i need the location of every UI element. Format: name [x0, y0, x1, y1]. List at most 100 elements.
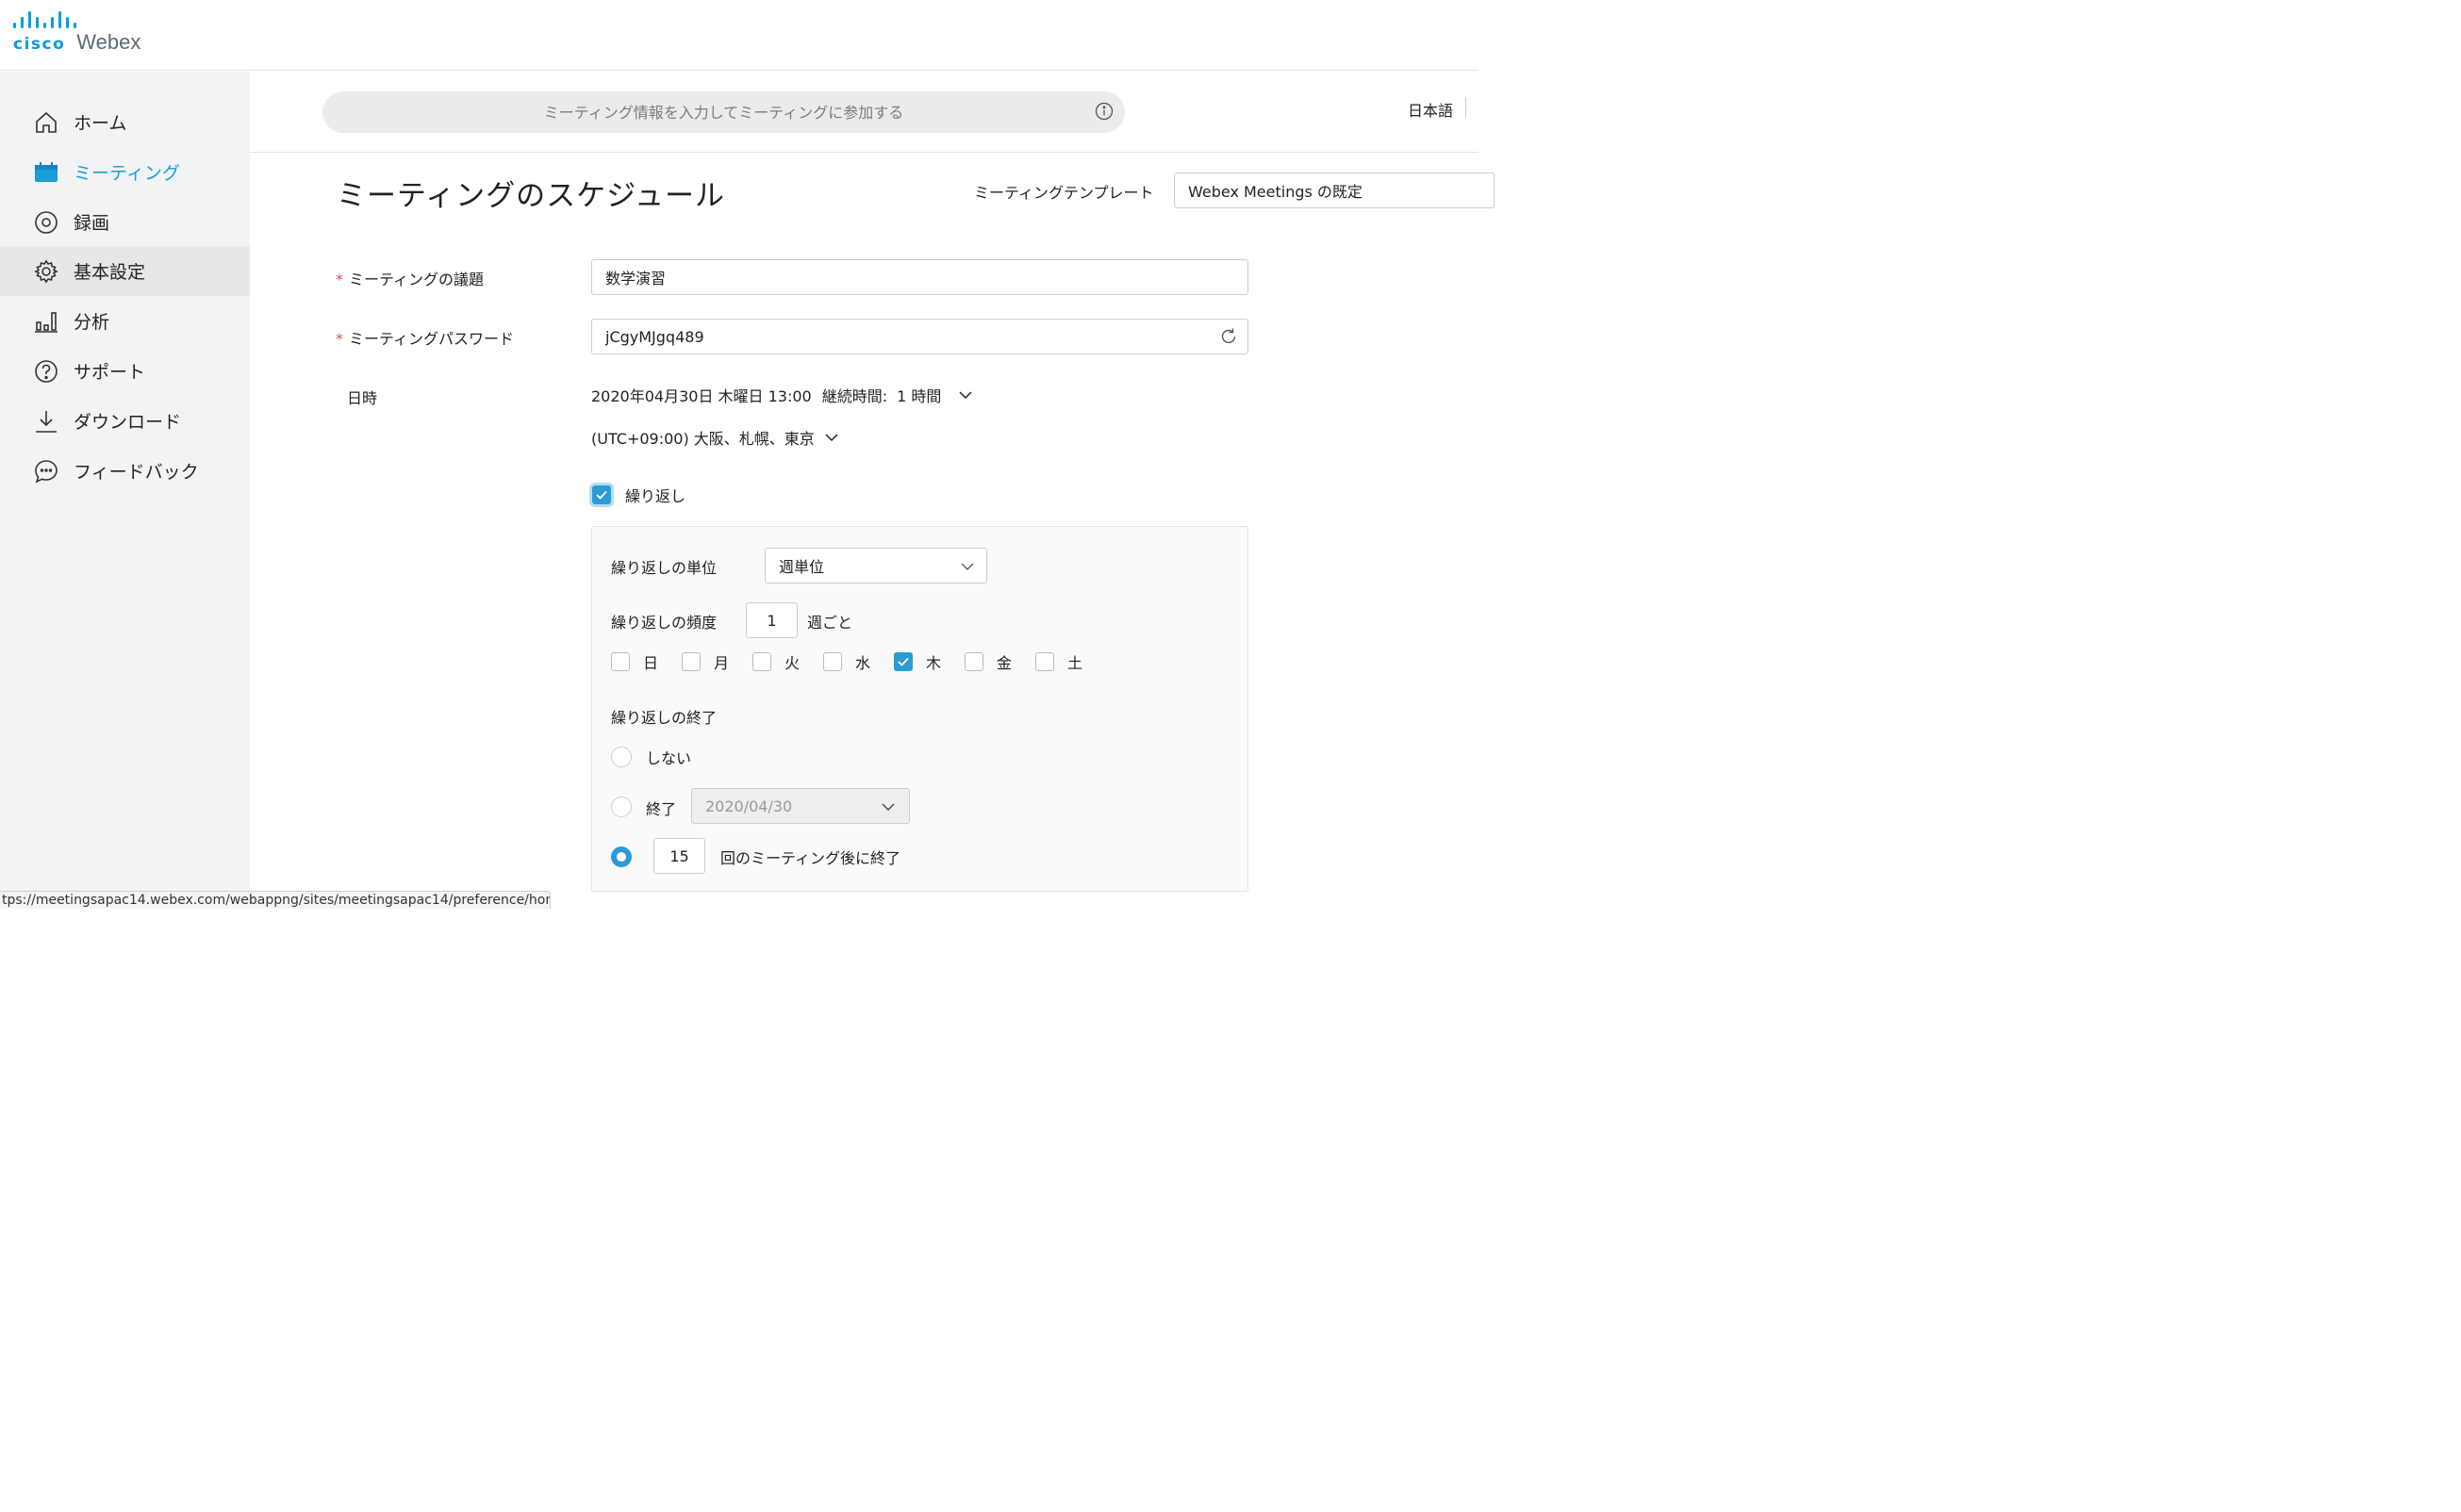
template-label: ミーティングテンプレート — [974, 184, 1154, 202]
repeat-label: 繰り返し — [625, 487, 686, 505]
weekday-selector: 日 月 火 水 木 金 土 — [611, 650, 1106, 673]
header-divider — [1465, 97, 1466, 118]
end-date-select[interactable]: 2020/04/30 — [691, 788, 910, 824]
duration-value: 1 時間 — [897, 387, 942, 405]
datetime-label: 日時 — [347, 389, 378, 407]
topic-input[interactable]: 数学演習 — [591, 259, 1248, 295]
recurrence-end-label: 繰り返しの終了 — [611, 709, 718, 727]
end-count-input[interactable]: 15 — [653, 838, 705, 874]
timezone-picker[interactable]: (UTC+09:00) 大阪、札幌、東京 — [591, 426, 839, 449]
sidebar-item-label: ダウンロード — [74, 412, 182, 433]
weekday-checkbox[interactable] — [1035, 652, 1054, 671]
datetime-value: 2020年04月30日 木曜日 13:00 — [591, 387, 812, 405]
sidebar-item-support[interactable]: サポート — [0, 346, 250, 396]
cisco-wordmark: cisco — [13, 35, 66, 54]
bar-chart-icon — [34, 309, 58, 334]
weekday-label: 日 — [643, 654, 659, 672]
language-selector[interactable]: 日本語 — [1408, 98, 1453, 121]
required-mark: * — [336, 330, 343, 348]
weekday-label: 木 — [926, 654, 942, 672]
recurrence-unit-value: 週単位 — [779, 558, 825, 576]
info-icon[interactable] — [1095, 102, 1114, 121]
weekday-checkbox[interactable] — [823, 652, 842, 671]
sidebar-item-label: ホーム — [74, 113, 127, 134]
weekday-checkbox[interactable] — [965, 652, 983, 671]
home-icon — [34, 110, 58, 135]
help-icon — [34, 359, 58, 384]
end-never-label: しない — [646, 749, 692, 767]
password-input[interactable]: jCgyMJgq489 — [591, 319, 1248, 354]
weekday-sat[interactable]: 土 — [1035, 650, 1084, 673]
end-count-radio[interactable] — [611, 846, 632, 867]
datetime-picker[interactable]: 2020年04月30日 木曜日 13:00 継続時間: 1 時間 — [591, 384, 973, 406]
cisco-logo-bars-icon — [13, 9, 140, 28]
sidebar-item-feedback[interactable]: フィードバック — [0, 446, 250, 496]
weekday-checkbox[interactable] — [894, 652, 913, 671]
weekday-sun[interactable]: 日 — [611, 650, 660, 673]
weekday-label: 土 — [1067, 654, 1083, 672]
end-date-radio[interactable] — [611, 797, 632, 817]
topic-label: * ミーティングの議題 — [336, 267, 484, 289]
weekday-label: 金 — [997, 654, 1013, 672]
timezone-value: (UTC+09:00) 大阪、札幌、東京 — [591, 430, 815, 448]
sidebar-item-label: 分析 — [74, 312, 110, 333]
webex-wordmark: Webex — [76, 30, 141, 54]
sidebar-item-label: 基本設定 — [74, 262, 146, 283]
weekday-tue[interactable]: 火 — [752, 650, 801, 673]
page-title: ミーティングのスケジュール — [337, 179, 725, 213]
weekday-checkbox[interactable] — [752, 652, 771, 671]
weekday-label: 水 — [855, 654, 871, 672]
top-bar: cisco Webex — [0, 0, 1478, 71]
topic-label-text: ミーティングの議題 — [349, 271, 485, 288]
sidebar-item-insights[interactable]: 分析 — [0, 296, 250, 346]
sidebar-item-home[interactable]: ホーム — [0, 97, 250, 147]
frequency-suffix: 週ごと — [807, 614, 853, 632]
chevron-down-icon[interactable] — [958, 387, 973, 403]
sidebar-item-label: サポート — [74, 362, 146, 383]
end-date-value: 2020/04/30 — [705, 797, 793, 815]
sidebar-item-preferences[interactable]: 基本設定 — [0, 246, 250, 296]
download-icon — [34, 409, 58, 434]
topic-value: 数学演習 — [605, 270, 667, 288]
end-count-value: 15 — [669, 846, 689, 865]
record-icon — [34, 210, 58, 235]
weekday-checkbox[interactable] — [682, 652, 701, 671]
end-never-radio[interactable] — [611, 747, 632, 767]
recurrence-panel: 繰り返しの単位 週単位 繰り返しの頻度 1 週ごと 日 月 火 水 木 金 土 … — [591, 526, 1248, 892]
password-label: * ミーティングパスワード — [336, 326, 514, 349]
sidebar-item-recordings[interactable]: 録画 — [0, 197, 250, 247]
end-date-label: 終了 — [646, 800, 677, 818]
check-icon — [898, 657, 909, 666]
weekday-wed[interactable]: 水 — [823, 650, 872, 673]
main-divider — [250, 152, 1478, 153]
sidebar-item-meetings[interactable]: ミーティング — [0, 147, 250, 197]
password-value: jCgyMJgq489 — [605, 327, 704, 346]
check-icon — [596, 490, 607, 500]
chevron-down-icon — [960, 559, 975, 574]
join-meeting-input[interactable] — [365, 103, 1082, 122]
sidebar-item-downloads[interactable]: ダウンロード — [0, 396, 250, 446]
repeat-checkbox[interactable] — [592, 485, 611, 504]
recurrence-frequency-input[interactable]: 1 — [746, 602, 798, 638]
browser-status-url: tps://meetingsapac14.webex.com/webappng/… — [0, 891, 551, 909]
chevron-down-icon[interactable] — [824, 430, 839, 445]
refresh-icon[interactable] — [1219, 327, 1238, 346]
weekday-fri[interactable]: 金 — [965, 650, 1014, 673]
weekday-mon[interactable]: 月 — [682, 650, 731, 673]
chat-icon — [34, 459, 58, 484]
template-select[interactable]: Webex Meetings の既定 — [1174, 173, 1495, 208]
recurrence-unit-label: 繰り返しの単位 — [611, 559, 718, 577]
sidebar-item-label: 録画 — [74, 213, 110, 234]
cisco-webex-logo[interactable]: cisco Webex — [13, 9, 140, 55]
sidebar-item-label: ミーティング — [74, 163, 180, 184]
recurrence-frequency-label: 繰り返しの頻度 — [611, 614, 718, 632]
weekday-label: 月 — [714, 654, 730, 672]
sidebar: ホーム ミーティング 録画 基本設定 分析 サポート ダウンロード フィードバッ… — [0, 72, 250, 909]
weekday-thu[interactable]: 木 — [894, 650, 943, 673]
weekday-checkbox[interactable] — [611, 652, 630, 671]
recurrence-unit-select[interactable]: 週単位 — [765, 548, 987, 583]
frequency-value: 1 — [767, 611, 777, 630]
chevron-down-icon — [881, 799, 896, 814]
end-count-suffix: 回のミーティング後に終了 — [720, 849, 901, 867]
repeat-option[interactable]: 繰り返し — [592, 484, 685, 506]
